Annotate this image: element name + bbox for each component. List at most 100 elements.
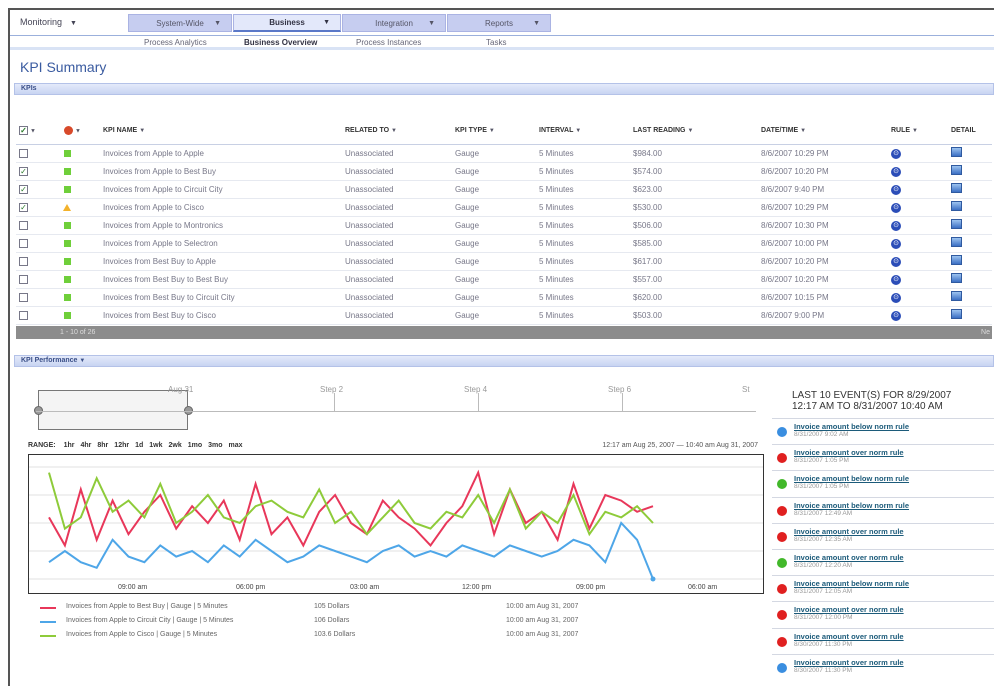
col-last-reading[interactable]: LAST READING ▼: [630, 118, 758, 145]
subtab-process-instances[interactable]: Process Instances: [356, 38, 421, 47]
timeline-window[interactable]: [38, 390, 188, 430]
col-interval[interactable]: INTERVAL ▼: [536, 118, 630, 145]
row-checkbox[interactable]: [19, 256, 28, 266]
subtab-business-overview[interactable]: Business Overview: [244, 38, 317, 47]
kpi-name-cell[interactable]: Invoices from Best Buy to Best Buy: [100, 270, 342, 289]
detail-icon[interactable]: [951, 291, 962, 301]
range-option[interactable]: 3mo: [208, 442, 222, 449]
status-header[interactable]: ▼: [56, 118, 100, 145]
kpi-performance-header[interactable]: KPI Performance ▼: [14, 355, 994, 367]
row-checkbox[interactable]: ✓: [19, 202, 28, 212]
event-link[interactable]: Invoice amount over norm rule: [794, 550, 994, 562]
rule-icon[interactable]: ⊙: [891, 256, 901, 267]
row-checkbox[interactable]: [19, 274, 28, 284]
kpi-name-cell[interactable]: Invoices from Best Buy to Apple: [100, 252, 342, 271]
table-row[interactable]: ✓ Invoices from Apple to Cisco Unassociate…: [16, 198, 992, 217]
status-ok-icon: [64, 149, 71, 157]
detail-icon[interactable]: [951, 201, 962, 211]
select-all-header[interactable]: ✓ ▼: [16, 118, 56, 145]
rule-icon[interactable]: ⊙: [891, 310, 901, 321]
detail-icon[interactable]: [951, 165, 962, 175]
tab-integration[interactable]: Integration ▼: [342, 14, 446, 32]
legend-row[interactable]: Invoices from Apple to Circuit City | Ga…: [40, 616, 660, 630]
tab-business[interactable]: Business ▼: [233, 14, 341, 32]
detail-icon[interactable]: [951, 255, 962, 265]
kpi-name-cell[interactable]: Invoices from Best Buy to Circuit City: [100, 288, 342, 307]
detail-icon[interactable]: [951, 183, 962, 193]
detail-icon[interactable]: [951, 273, 962, 283]
table-row[interactable]: Invoices from Apple to Montronics Unassoc…: [16, 216, 992, 235]
subtab-process-analytics[interactable]: Process Analytics: [144, 38, 207, 47]
rule-icon[interactable]: ⊙: [891, 220, 901, 231]
datetime-cell: 8/6/2007 9:40 PM: [758, 180, 888, 199]
kpi-name-cell[interactable]: Invoices from Best Buy to Cisco: [100, 306, 342, 325]
rule-icon[interactable]: ⊙: [891, 238, 901, 249]
table-row[interactable]: ✓ Invoices from Apple to Circuit City Unas…: [16, 180, 992, 199]
select-all-checkbox[interactable]: ✓: [19, 126, 28, 136]
tab-reports[interactable]: Reports ▼: [447, 14, 551, 32]
detail-icon[interactable]: [951, 237, 962, 247]
col-kpi-name[interactable]: KPI NAME ▼: [100, 118, 342, 145]
rule-icon[interactable]: ⊙: [891, 184, 901, 195]
legend-row[interactable]: Invoices from Apple to Best Buy | Gauge …: [40, 602, 660, 616]
event-link[interactable]: Invoice amount over norm rule: [794, 655, 994, 667]
row-checkbox[interactable]: ✓: [19, 184, 28, 194]
tab-system-wide[interactable]: System-Wide ▼: [128, 14, 232, 32]
range-option[interactable]: 8hr: [97, 442, 108, 449]
range-option[interactable]: 2wk: [169, 442, 182, 449]
event-link[interactable]: Invoice amount below norm rule: [794, 498, 994, 510]
kpi-name-cell[interactable]: Invoices from Apple to Circuit City: [100, 180, 342, 199]
row-checkbox[interactable]: [19, 292, 28, 302]
table-row[interactable]: Invoices from Best Buy to Cisco Unassocia…: [16, 306, 992, 325]
rule-icon[interactable]: ⊙: [891, 166, 901, 177]
table-row[interactable]: Invoices from Best Buy to Apple Unassocia…: [16, 252, 992, 271]
event-status-icon: [777, 427, 787, 437]
col-date-time[interactable]: DATE/TIME ▼: [758, 118, 888, 145]
col-related-to[interactable]: RELATED TO ▼: [342, 118, 452, 145]
kpi-name-cell[interactable]: Invoices from Apple to Apple: [100, 144, 342, 163]
rule-icon[interactable]: ⊙: [891, 292, 901, 303]
row-checkbox[interactable]: [19, 220, 28, 230]
row-checkbox[interactable]: ✓: [19, 166, 28, 176]
rule-icon[interactable]: ⊙: [891, 274, 901, 285]
event-link[interactable]: Invoice amount below norm rule: [794, 419, 994, 431]
event-link[interactable]: Invoice amount below norm rule: [794, 576, 994, 588]
kpi-name-cell[interactable]: Invoices from Apple to Selectron: [100, 234, 342, 253]
table-row[interactable]: ✓ Invoices from Apple to Best Buy Unassoci…: [16, 162, 992, 181]
detail-icon[interactable]: [951, 219, 962, 229]
monitoring-dropdown[interactable]: Monitoring ▼: [20, 17, 77, 27]
table-row[interactable]: Invoices from Best Buy to Circuit City Un…: [16, 288, 992, 307]
event-link[interactable]: Invoice amount over norm rule: [794, 629, 994, 641]
table-row[interactable]: Invoices from Best Buy to Best Buy Unasso…: [16, 270, 992, 289]
range-option[interactable]: 1mo: [188, 442, 202, 449]
row-checkbox[interactable]: [19, 238, 28, 248]
table-row[interactable]: Invoices from Apple to Selectron Unassoci…: [16, 234, 992, 253]
event-link[interactable]: Invoice amount over norm rule: [794, 602, 994, 614]
range-option[interactable]: max: [229, 442, 243, 449]
table-row[interactable]: Invoices from Apple to Apple Unassociated…: [16, 144, 992, 163]
event-link[interactable]: Invoice amount over norm rule: [794, 524, 994, 536]
kpi-name-cell[interactable]: Invoices from Apple to Best Buy: [100, 162, 342, 181]
range-option[interactable]: 1hr: [64, 442, 75, 449]
legend-row[interactable]: Invoices from Apple to Cisco | Gauge | 5…: [40, 630, 660, 644]
col-rule[interactable]: RULE ▼: [888, 118, 948, 145]
col-kpi-type[interactable]: KPI TYPE ▼: [452, 118, 536, 145]
timeline-slider[interactable]: Aug 31 Step 2 Step 4 Step 6 St: [34, 385, 756, 440]
row-checkbox[interactable]: [19, 310, 28, 320]
detail-icon[interactable]: [951, 309, 962, 319]
rule-icon[interactable]: ⊙: [891, 148, 901, 159]
row-checkbox[interactable]: [19, 148, 28, 158]
range-option[interactable]: 1wk: [149, 442, 162, 449]
kpi-name-cell[interactable]: Invoices from Apple to Montronics: [100, 216, 342, 235]
pager-next-link[interactable]: Ne: [981, 326, 990, 339]
range-option[interactable]: 12hr: [114, 442, 129, 449]
rule-icon[interactable]: ⊙: [891, 202, 901, 213]
chart-series-line: [48, 469, 654, 548]
kpi-name-cell[interactable]: Invoices from Apple to Cisco: [100, 198, 342, 217]
range-option[interactable]: 1d: [135, 442, 143, 449]
detail-icon[interactable]: [951, 147, 962, 157]
event-link[interactable]: Invoice amount below norm rule: [794, 471, 994, 483]
subtab-tasks[interactable]: Tasks: [486, 38, 506, 47]
event-link[interactable]: Invoice amount over norm rule: [794, 445, 994, 457]
range-option[interactable]: 4hr: [80, 442, 91, 449]
